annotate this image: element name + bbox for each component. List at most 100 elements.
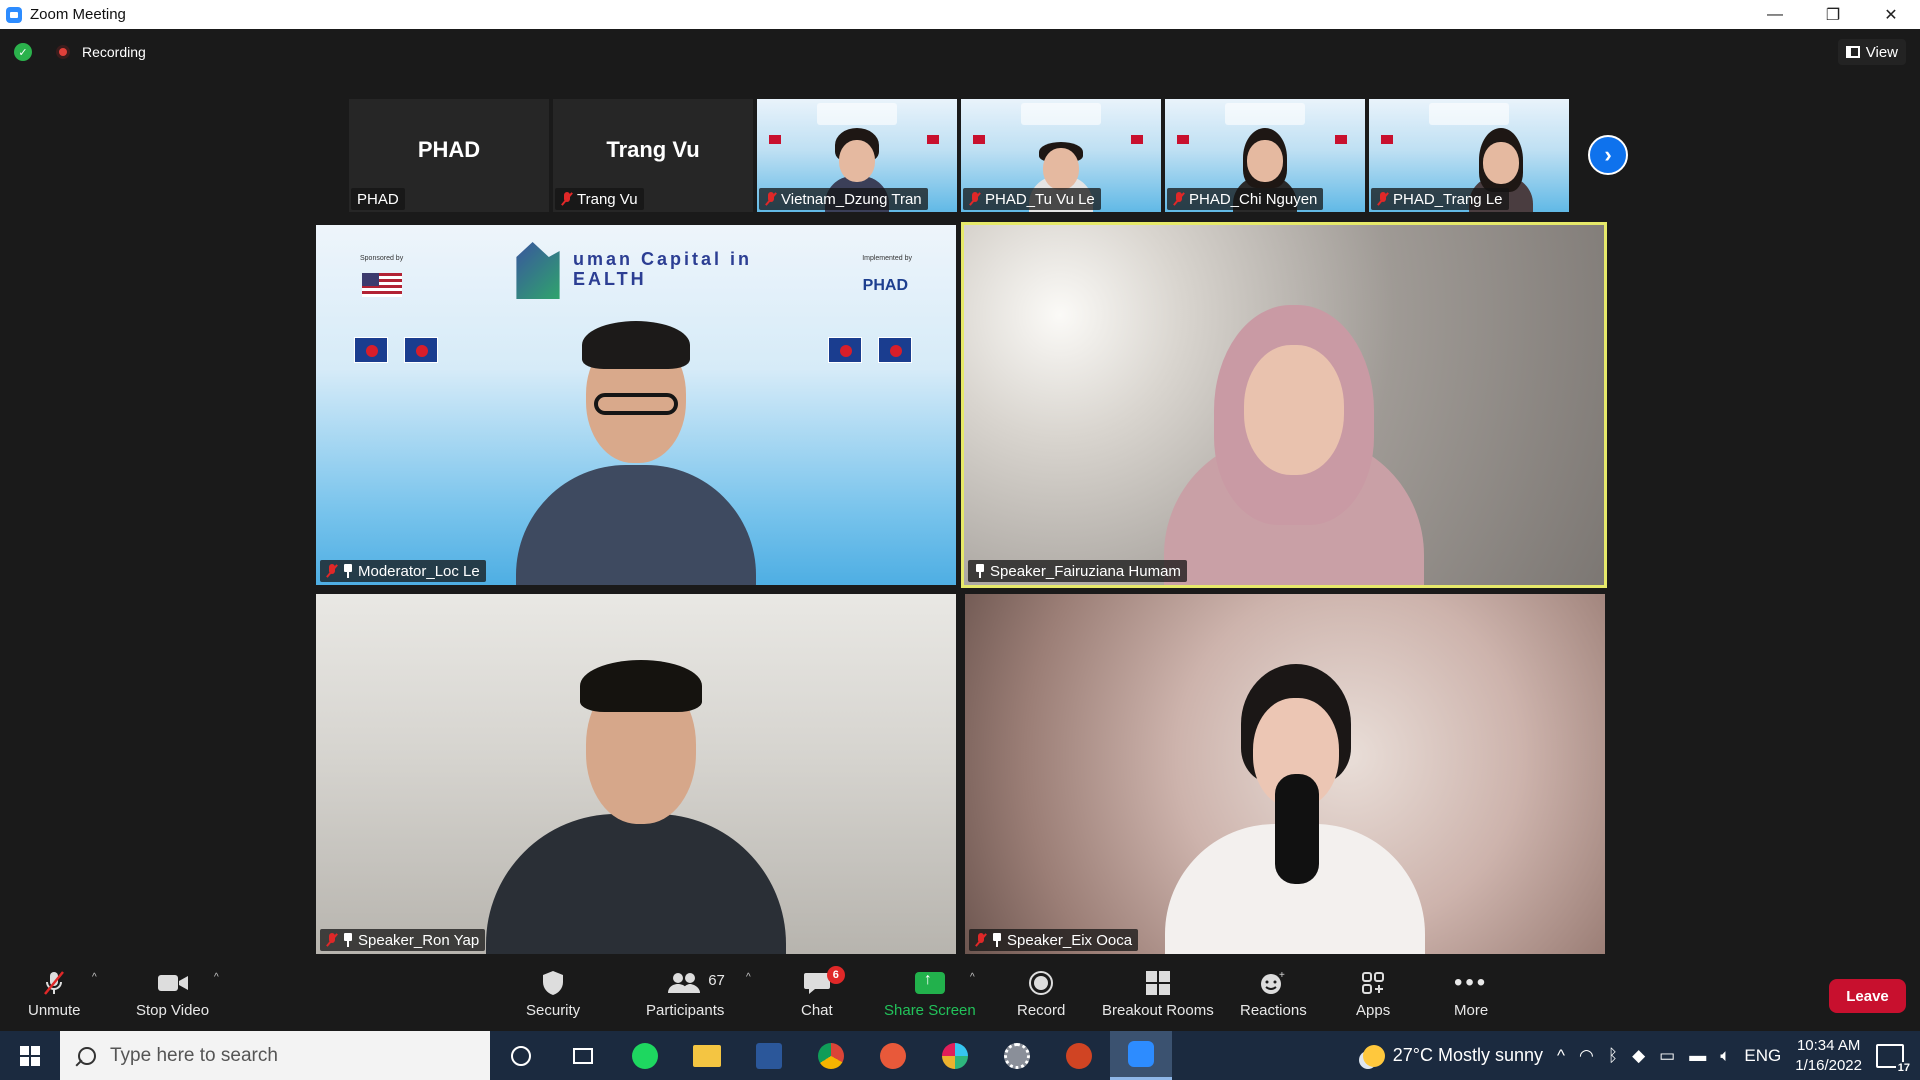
participant-name-tag: PHAD_Trang Le [1371, 188, 1509, 210]
security-button[interactable]: Security [526, 970, 580, 1019]
file-explorer-icon[interactable] [676, 1031, 738, 1080]
volume-icon[interactable]: 🔈︎ [1720, 1046, 1730, 1066]
window-title: Zoom Meeting [30, 6, 126, 23]
video-tile-speaker[interactable]: Speaker_Eix Ooca [965, 594, 1605, 954]
video-tile-speaker[interactable]: Speaker_Ron Yap [316, 594, 956, 954]
title-bar: Zoom Meeting — ❐ ✕ [0, 0, 1920, 29]
spotify-icon[interactable] [614, 1031, 676, 1080]
participants-count: 67 [708, 972, 725, 989]
app-gear-icon[interactable] [986, 1031, 1048, 1080]
snip-tool-icon[interactable] [862, 1031, 924, 1080]
chrome-icon[interactable] [800, 1031, 862, 1080]
start-button[interactable] [0, 1031, 60, 1080]
participant-name-large: PHAD [417, 137, 481, 162]
bluetooth-icon[interactable]: ᛒ [1608, 1046, 1618, 1066]
minimize-button[interactable]: — [1746, 0, 1804, 29]
show-hidden-icons-chevron-icon[interactable]: ^ [1557, 1046, 1565, 1066]
search-icon [78, 1046, 96, 1065]
breakout-rooms-button[interactable]: Breakout Rooms [1102, 970, 1214, 1019]
cortana-icon[interactable] [490, 1031, 552, 1080]
network-icon[interactable]: ◠ [1579, 1046, 1594, 1066]
grid-icon [1845, 46, 1860, 58]
health-capital-logo: uman Capital in EALTH [511, 239, 763, 299]
asean-flag-icon [828, 337, 862, 363]
svg-text:+: + [1279, 970, 1285, 981]
participant-thumb[interactable]: Trang Vu Trang Vu [553, 99, 753, 212]
apps-button[interactable]: Apps [1356, 970, 1390, 1019]
participants-options-chevron-icon[interactable]: ^ [746, 972, 751, 983]
participant-name-tag: PHAD_Chi Nguyen [1167, 188, 1324, 210]
more-dots-icon: ••• [1454, 969, 1489, 996]
zoom-icon [6, 6, 22, 23]
video-options-chevron-icon[interactable]: ^ [214, 972, 219, 983]
audio-options-chevron-icon[interactable]: ^ [92, 972, 97, 983]
phad-logo: PHAD [862, 277, 908, 294]
muted-mic-icon [326, 933, 338, 947]
pin-icon [342, 564, 354, 578]
participant-name-tag: Vietnam_Dzung Tran [759, 188, 928, 210]
share-screen-button[interactable]: Share Screen [884, 970, 976, 1019]
recording-icon[interactable] [56, 45, 70, 59]
muted-mic-icon [975, 933, 987, 947]
notification-center-icon[interactable]: 17 [1876, 1043, 1912, 1074]
participants-icon: 67 [668, 970, 725, 996]
view-button[interactable]: View [1837, 39, 1906, 65]
clock[interactable]: 10:34 AM 1/16/2022 [1795, 1036, 1862, 1076]
participant-thumb[interactable]: PHAD_Tu Vu Le [961, 99, 1161, 212]
chat-button[interactable]: 6 Chat [801, 966, 845, 1019]
muted-mic-icon [41, 970, 67, 996]
share-options-chevron-icon[interactable]: ^ [970, 972, 975, 983]
system-tray: 27°C Mostly sunny ^ ◠ ᛒ ◆ ▭ ▬ 🔈︎ ENG 10:… [1362, 1031, 1920, 1080]
encryption-shield-icon[interactable]: ✓ [14, 43, 32, 61]
shield-icon [541, 970, 565, 996]
recording-label[interactable]: Recording [82, 44, 146, 60]
asean-flag-icon [878, 337, 912, 363]
participant-name-tag: Trang Vu [555, 188, 644, 210]
zoom-taskbar-icon[interactable] [1110, 1031, 1172, 1080]
reactions-smiley-icon: + [1259, 970, 1287, 996]
muted-mic-icon [1173, 192, 1185, 206]
more-button[interactable]: ••• More [1454, 969, 1489, 1019]
usb-icon[interactable]: ▭ [1659, 1046, 1675, 1066]
implementer-label: Implemented by [862, 255, 912, 262]
chat-icon: 6 [803, 966, 845, 996]
participant-name-tag: PHAD [351, 188, 405, 210]
close-button[interactable]: ✕ [1862, 0, 1920, 29]
chat-unread-badge: 6 [826, 966, 845, 984]
taskbar-search[interactable]: Type here to search [60, 1031, 490, 1080]
meeting-area: ✓ Recording View PHAD PHAD Trang Vu Tran… [0, 29, 1920, 958]
video-tile-moderator[interactable]: Sponsored by uman Capital in EALTH Imple… [316, 225, 956, 585]
participant-thumb[interactable]: PHAD PHAD [349, 99, 549, 212]
unmute-button[interactable]: Unmute [28, 970, 81, 1019]
participant-thumb[interactable]: PHAD_Chi Nguyen [1165, 99, 1365, 212]
filmstrip: PHAD PHAD Trang Vu Trang Vu Vietnam_Dzun… [349, 99, 1569, 212]
asean-flag-icon [404, 337, 438, 363]
reactions-button[interactable]: + Reactions [1240, 970, 1307, 1019]
participants-button[interactable]: 67 Participants [646, 970, 725, 1019]
battery-icon[interactable]: ▬ [1689, 1046, 1706, 1066]
muted-mic-icon [969, 192, 981, 206]
pin-icon [991, 933, 1003, 947]
video-camera-icon [157, 970, 189, 996]
slack-icon[interactable] [924, 1031, 986, 1080]
dropbox-icon[interactable]: ◆ [1632, 1046, 1645, 1066]
participant-thumb[interactable]: PHAD_Trang Le [1369, 99, 1569, 212]
participant-name-tag: Moderator_Loc Le [320, 560, 486, 582]
language-indicator[interactable]: ENG [1744, 1046, 1781, 1066]
video-tile-active-speaker[interactable]: Speaker_Fairuziana Humam [961, 222, 1607, 588]
share-screen-icon [914, 970, 945, 996]
task-view-icon[interactable] [552, 1031, 614, 1080]
asean-flag-icon [354, 337, 388, 363]
weather-widget[interactable]: 27°C Mostly sunny [1362, 1044, 1543, 1067]
powerpoint-icon[interactable] [1048, 1031, 1110, 1080]
windows-taskbar: Type here to search 27°C Mostly sunny ^ … [0, 1031, 1920, 1080]
record-button[interactable]: Record [1017, 970, 1065, 1019]
word-icon[interactable] [738, 1031, 800, 1080]
stop-video-button[interactable]: Stop Video [136, 970, 209, 1019]
muted-mic-icon [326, 564, 338, 578]
leave-button[interactable]: Leave [1829, 979, 1906, 1013]
restore-button[interactable]: ❐ [1804, 0, 1862, 29]
next-page-button[interactable]: › [1588, 135, 1628, 175]
muted-mic-icon [1377, 192, 1389, 206]
participant-thumb[interactable]: Vietnam_Dzung Tran [757, 99, 957, 212]
